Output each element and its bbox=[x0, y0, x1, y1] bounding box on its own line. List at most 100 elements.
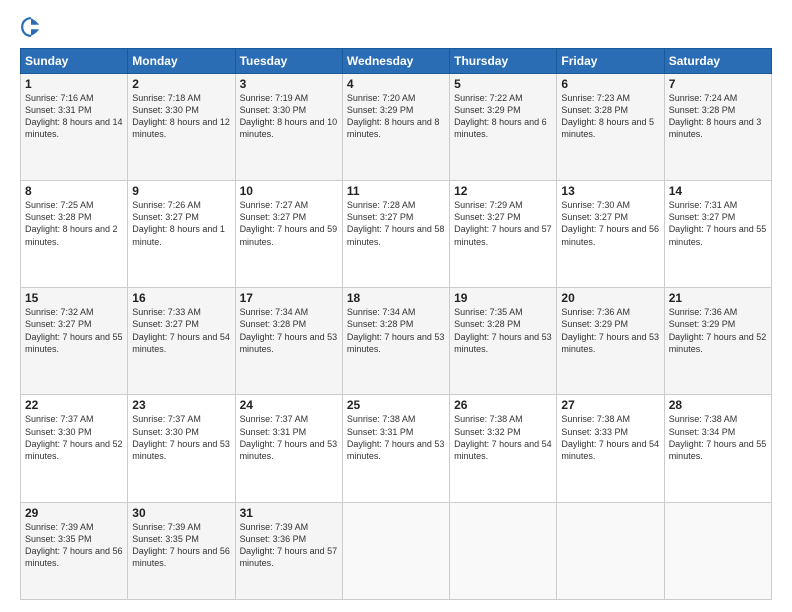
day-info: Sunrise: 7:32 AM Sunset: 3:27 PM Dayligh… bbox=[25, 306, 123, 355]
calendar-cell: 2 Sunrise: 7:18 AM Sunset: 3:30 PM Dayli… bbox=[128, 74, 235, 181]
day-info: Sunrise: 7:37 AM Sunset: 3:31 PM Dayligh… bbox=[240, 413, 338, 462]
day-info: Sunrise: 7:19 AM Sunset: 3:30 PM Dayligh… bbox=[240, 92, 338, 141]
day-number: 11 bbox=[347, 184, 445, 198]
calendar-cell: 24 Sunrise: 7:37 AM Sunset: 3:31 PM Dayl… bbox=[235, 395, 342, 502]
day-number: 15 bbox=[25, 291, 123, 305]
calendar-header-row: SundayMondayTuesdayWednesdayThursdayFrid… bbox=[21, 49, 772, 74]
calendar-cell: 19 Sunrise: 7:35 AM Sunset: 3:28 PM Dayl… bbox=[450, 288, 557, 395]
day-number: 7 bbox=[669, 77, 767, 91]
day-number: 1 bbox=[25, 77, 123, 91]
day-number: 28 bbox=[669, 398, 767, 412]
day-info: Sunrise: 7:36 AM Sunset: 3:29 PM Dayligh… bbox=[561, 306, 659, 355]
day-number: 29 bbox=[25, 506, 123, 520]
day-of-week-header: Sunday bbox=[21, 49, 128, 74]
day-info: Sunrise: 7:24 AM Sunset: 3:28 PM Dayligh… bbox=[669, 92, 767, 141]
calendar-cell bbox=[557, 502, 664, 599]
calendar-cell: 23 Sunrise: 7:37 AM Sunset: 3:30 PM Dayl… bbox=[128, 395, 235, 502]
calendar-cell bbox=[450, 502, 557, 599]
day-number: 19 bbox=[454, 291, 552, 305]
day-number: 18 bbox=[347, 291, 445, 305]
day-info: Sunrise: 7:25 AM Sunset: 3:28 PM Dayligh… bbox=[25, 199, 123, 248]
calendar-cell: 28 Sunrise: 7:38 AM Sunset: 3:34 PM Dayl… bbox=[664, 395, 771, 502]
calendar-cell: 25 Sunrise: 7:38 AM Sunset: 3:31 PM Dayl… bbox=[342, 395, 449, 502]
day-info: Sunrise: 7:35 AM Sunset: 3:28 PM Dayligh… bbox=[454, 306, 552, 355]
calendar-week-row: 22 Sunrise: 7:37 AM Sunset: 3:30 PM Dayl… bbox=[21, 395, 772, 502]
day-number: 10 bbox=[240, 184, 338, 198]
day-info: Sunrise: 7:38 AM Sunset: 3:34 PM Dayligh… bbox=[669, 413, 767, 462]
header bbox=[20, 16, 772, 38]
day-number: 20 bbox=[561, 291, 659, 305]
day-info: Sunrise: 7:16 AM Sunset: 3:31 PM Dayligh… bbox=[25, 92, 123, 141]
day-number: 5 bbox=[454, 77, 552, 91]
day-of-week-header: Monday bbox=[128, 49, 235, 74]
day-info: Sunrise: 7:33 AM Sunset: 3:27 PM Dayligh… bbox=[132, 306, 230, 355]
calendar-cell: 15 Sunrise: 7:32 AM Sunset: 3:27 PM Dayl… bbox=[21, 288, 128, 395]
day-of-week-header: Friday bbox=[557, 49, 664, 74]
day-number: 13 bbox=[561, 184, 659, 198]
logo-icon bbox=[20, 16, 42, 38]
calendar-week-row: 8 Sunrise: 7:25 AM Sunset: 3:28 PM Dayli… bbox=[21, 181, 772, 288]
day-info: Sunrise: 7:18 AM Sunset: 3:30 PM Dayligh… bbox=[132, 92, 230, 141]
day-info: Sunrise: 7:39 AM Sunset: 3:35 PM Dayligh… bbox=[132, 521, 230, 570]
day-info: Sunrise: 7:37 AM Sunset: 3:30 PM Dayligh… bbox=[132, 413, 230, 462]
day-number: 17 bbox=[240, 291, 338, 305]
day-of-week-header: Tuesday bbox=[235, 49, 342, 74]
day-info: Sunrise: 7:28 AM Sunset: 3:27 PM Dayligh… bbox=[347, 199, 445, 248]
day-number: 16 bbox=[132, 291, 230, 305]
calendar-cell: 31 Sunrise: 7:39 AM Sunset: 3:36 PM Dayl… bbox=[235, 502, 342, 599]
calendar-cell: 6 Sunrise: 7:23 AM Sunset: 3:28 PM Dayli… bbox=[557, 74, 664, 181]
calendar-cell: 3 Sunrise: 7:19 AM Sunset: 3:30 PM Dayli… bbox=[235, 74, 342, 181]
day-info: Sunrise: 7:36 AM Sunset: 3:29 PM Dayligh… bbox=[669, 306, 767, 355]
day-number: 26 bbox=[454, 398, 552, 412]
calendar-week-row: 15 Sunrise: 7:32 AM Sunset: 3:27 PM Dayl… bbox=[21, 288, 772, 395]
day-info: Sunrise: 7:31 AM Sunset: 3:27 PM Dayligh… bbox=[669, 199, 767, 248]
day-info: Sunrise: 7:23 AM Sunset: 3:28 PM Dayligh… bbox=[561, 92, 659, 141]
day-of-week-header: Thursday bbox=[450, 49, 557, 74]
day-number: 21 bbox=[669, 291, 767, 305]
day-info: Sunrise: 7:29 AM Sunset: 3:27 PM Dayligh… bbox=[454, 199, 552, 248]
calendar-cell: 21 Sunrise: 7:36 AM Sunset: 3:29 PM Dayl… bbox=[664, 288, 771, 395]
day-info: Sunrise: 7:38 AM Sunset: 3:33 PM Dayligh… bbox=[561, 413, 659, 462]
page: SundayMondayTuesdayWednesdayThursdayFrid… bbox=[0, 0, 792, 612]
calendar-cell bbox=[342, 502, 449, 599]
day-info: Sunrise: 7:39 AM Sunset: 3:36 PM Dayligh… bbox=[240, 521, 338, 570]
day-info: Sunrise: 7:39 AM Sunset: 3:35 PM Dayligh… bbox=[25, 521, 123, 570]
day-info: Sunrise: 7:34 AM Sunset: 3:28 PM Dayligh… bbox=[240, 306, 338, 355]
calendar-cell: 13 Sunrise: 7:30 AM Sunset: 3:27 PM Dayl… bbox=[557, 181, 664, 288]
calendar-week-row: 1 Sunrise: 7:16 AM Sunset: 3:31 PM Dayli… bbox=[21, 74, 772, 181]
calendar-cell: 22 Sunrise: 7:37 AM Sunset: 3:30 PM Dayl… bbox=[21, 395, 128, 502]
day-number: 14 bbox=[669, 184, 767, 198]
calendar-cell: 9 Sunrise: 7:26 AM Sunset: 3:27 PM Dayli… bbox=[128, 181, 235, 288]
calendar-cell: 7 Sunrise: 7:24 AM Sunset: 3:28 PM Dayli… bbox=[664, 74, 771, 181]
calendar-cell: 17 Sunrise: 7:34 AM Sunset: 3:28 PM Dayl… bbox=[235, 288, 342, 395]
day-number: 30 bbox=[132, 506, 230, 520]
day-number: 2 bbox=[132, 77, 230, 91]
day-info: Sunrise: 7:26 AM Sunset: 3:27 PM Dayligh… bbox=[132, 199, 230, 248]
day-of-week-header: Saturday bbox=[664, 49, 771, 74]
day-number: 4 bbox=[347, 77, 445, 91]
day-number: 12 bbox=[454, 184, 552, 198]
day-number: 27 bbox=[561, 398, 659, 412]
day-of-week-header: Wednesday bbox=[342, 49, 449, 74]
day-number: 3 bbox=[240, 77, 338, 91]
calendar-cell: 1 Sunrise: 7:16 AM Sunset: 3:31 PM Dayli… bbox=[21, 74, 128, 181]
calendar-cell: 29 Sunrise: 7:39 AM Sunset: 3:35 PM Dayl… bbox=[21, 502, 128, 599]
calendar-cell: 16 Sunrise: 7:33 AM Sunset: 3:27 PM Dayl… bbox=[128, 288, 235, 395]
calendar-week-row: 29 Sunrise: 7:39 AM Sunset: 3:35 PM Dayl… bbox=[21, 502, 772, 599]
day-number: 9 bbox=[132, 184, 230, 198]
day-number: 8 bbox=[25, 184, 123, 198]
calendar-cell: 12 Sunrise: 7:29 AM Sunset: 3:27 PM Dayl… bbox=[450, 181, 557, 288]
calendar-cell: 4 Sunrise: 7:20 AM Sunset: 3:29 PM Dayli… bbox=[342, 74, 449, 181]
day-number: 22 bbox=[25, 398, 123, 412]
day-info: Sunrise: 7:38 AM Sunset: 3:32 PM Dayligh… bbox=[454, 413, 552, 462]
calendar-cell: 30 Sunrise: 7:39 AM Sunset: 3:35 PM Dayl… bbox=[128, 502, 235, 599]
day-number: 24 bbox=[240, 398, 338, 412]
calendar-cell: 20 Sunrise: 7:36 AM Sunset: 3:29 PM Dayl… bbox=[557, 288, 664, 395]
day-info: Sunrise: 7:37 AM Sunset: 3:30 PM Dayligh… bbox=[25, 413, 123, 462]
day-number: 31 bbox=[240, 506, 338, 520]
day-number: 25 bbox=[347, 398, 445, 412]
day-number: 6 bbox=[561, 77, 659, 91]
day-info: Sunrise: 7:38 AM Sunset: 3:31 PM Dayligh… bbox=[347, 413, 445, 462]
calendar-cell bbox=[664, 502, 771, 599]
calendar-cell: 27 Sunrise: 7:38 AM Sunset: 3:33 PM Dayl… bbox=[557, 395, 664, 502]
